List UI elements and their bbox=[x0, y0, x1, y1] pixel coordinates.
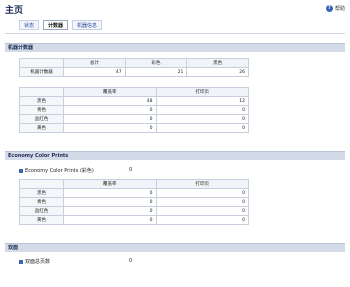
pages-value: 0 bbox=[155, 114, 249, 124]
tab-divider bbox=[5, 33, 345, 34]
tab-status[interactable]: 状态 bbox=[19, 20, 40, 30]
coverage-value: 0 bbox=[63, 188, 157, 198]
table-row: 青色 0 0 bbox=[19, 105, 249, 115]
duplex-item-value: 0 bbox=[129, 258, 133, 264]
coverage-value: 0 bbox=[63, 215, 157, 225]
color-value: 21 bbox=[124, 67, 188, 77]
column-header: 总计 bbox=[63, 58, 126, 68]
table-header-row: 覆盖率 打印页 bbox=[19, 179, 249, 189]
total-value: 47 bbox=[63, 67, 126, 77]
row-label: 黄色 bbox=[19, 215, 64, 225]
table-row: 品红色 0 0 bbox=[19, 206, 249, 216]
table-corner-cell bbox=[19, 179, 64, 189]
row-label: 机器计数器 bbox=[19, 67, 64, 77]
table-row: 机器计数器 47 21 26 bbox=[19, 67, 249, 77]
table-row: 黄色 0 0 bbox=[19, 123, 249, 133]
row-label: 青色 bbox=[19, 197, 64, 207]
bullet-icon bbox=[19, 168, 23, 173]
machine-counter-table: 总计 彩色 黑色 机器计数器 47 21 26 bbox=[19, 58, 249, 77]
table-row: 青色 0 0 bbox=[19, 197, 249, 207]
tab-counter[interactable]: 计数器 bbox=[43, 20, 69, 30]
row-label: 青色 bbox=[19, 105, 64, 115]
pages-value: 12 bbox=[155, 96, 249, 106]
row-label: 品红色 bbox=[19, 206, 64, 216]
table-corner-cell bbox=[19, 87, 64, 97]
table-row: 黑色 0 0 bbox=[19, 188, 249, 198]
coverage-value: 0 bbox=[63, 114, 157, 124]
counter-page: 主页 ? 帮助 状态 计数器 机器信息 机器计数器 总计 彩色 黑色 机器计数器… bbox=[0, 0, 350, 287]
economy-item: Economy Color Prints (彩色) bbox=[19, 167, 94, 174]
column-header: 覆盖率 bbox=[63, 87, 157, 97]
column-header: 黑色 bbox=[186, 58, 249, 68]
row-label: 品红色 bbox=[19, 114, 64, 124]
column-header: 彩色 bbox=[124, 58, 188, 68]
table-header-row: 覆盖率 打印页 bbox=[19, 87, 249, 97]
pages-value: 0 bbox=[155, 123, 249, 133]
economy-item-value: 0 bbox=[129, 167, 133, 173]
pages-value: 0 bbox=[155, 105, 249, 115]
table-row: 黑色 48 12 bbox=[19, 96, 249, 106]
help-icon: ? bbox=[325, 5, 333, 12]
pages-value: 0 bbox=[155, 215, 249, 225]
section-duplex: 双面 bbox=[5, 243, 345, 252]
coverage-value: 48 bbox=[63, 96, 157, 106]
tab-machine-info[interactable]: 机器信息 bbox=[72, 20, 103, 30]
section-economy-color: Economy Color Prints bbox=[5, 151, 345, 160]
coverage-value: 0 bbox=[63, 105, 157, 115]
section-machine-counter: 机器计数器 bbox=[5, 43, 345, 52]
machine-coverage-table: 覆盖率 打印页 黑色 48 12 青色 0 0 品红色 0 0 黄色 0 0 bbox=[19, 87, 249, 133]
coverage-value: 0 bbox=[63, 197, 157, 207]
help-link[interactable]: ? 帮助 bbox=[325, 5, 345, 12]
page-title: 主页 bbox=[5, 6, 24, 16]
pages-value: 0 bbox=[155, 197, 249, 207]
column-header: 打印页 bbox=[155, 87, 249, 97]
bullet-icon bbox=[19, 259, 23, 264]
coverage-value: 0 bbox=[63, 206, 157, 216]
help-label: 帮助 bbox=[334, 6, 345, 12]
coverage-value: 0 bbox=[63, 123, 157, 133]
economy-item-label: Economy Color Prints (彩色) bbox=[25, 168, 94, 174]
black-value: 26 bbox=[186, 67, 249, 77]
economy-coverage-table: 覆盖率 打印页 黑色 0 0 青色 0 0 品红色 0 0 黄色 0 0 bbox=[19, 179, 249, 225]
table-row: 黄色 0 0 bbox=[19, 215, 249, 225]
pages-value: 0 bbox=[155, 206, 249, 216]
pages-value: 0 bbox=[155, 188, 249, 198]
duplex-item: 双面总页数 bbox=[19, 258, 50, 265]
row-label: 黑色 bbox=[19, 188, 64, 198]
table-header-row: 总计 彩色 黑色 bbox=[19, 58, 249, 68]
column-header: 覆盖率 bbox=[63, 179, 157, 189]
table-row: 品红色 0 0 bbox=[19, 114, 249, 124]
table-corner-cell bbox=[19, 58, 64, 68]
row-label: 黄色 bbox=[19, 123, 64, 133]
duplex-item-label: 双面总页数 bbox=[25, 259, 51, 265]
column-header: 打印页 bbox=[155, 179, 249, 189]
row-label: 黑色 bbox=[19, 96, 64, 106]
tab-bar: 状态 计数器 机器信息 bbox=[19, 20, 103, 30]
